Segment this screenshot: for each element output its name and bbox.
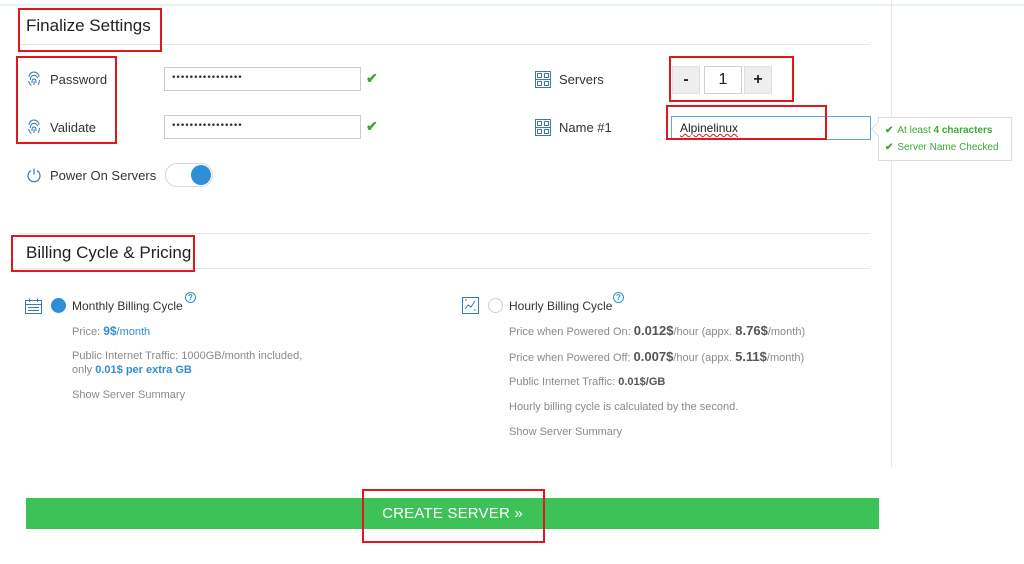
monthly-price: Price: 9$/month (72, 324, 150, 339)
server-name-input[interactable]: Alpinelinux (671, 116, 871, 140)
power-icon (27, 168, 41, 183)
hourly-note: Hourly billing cycle is calculated by th… (509, 401, 739, 413)
section-divider (18, 268, 870, 269)
power-on-toggle[interactable] (165, 163, 213, 187)
monthly-show-summary-link[interactable]: Show Server Summary (72, 389, 185, 401)
checkmark-icon: ✔ (885, 142, 894, 153)
hourly-off-month: 5.11$ (735, 349, 767, 364)
servers-label-group: Servers (535, 69, 604, 89)
monthly-price-value: 9$ (103, 324, 117, 338)
name-validation-tooltip: ✔ At least 4 characters ✔ Server Name Ch… (870, 117, 1012, 161)
password-label-group: Password (26, 69, 107, 89)
power-label: Power On Servers (50, 167, 157, 183)
hourly-show-summary-link[interactable]: Show Server Summary (509, 426, 622, 438)
password-label: Password (50, 71, 108, 87)
hourly-traffic: Public Internet Traffic: 0.01$/GB (509, 375, 665, 389)
tooltip-line1-prefix: At least (897, 125, 934, 136)
password-checkmark-icon: ✔ (366, 70, 378, 86)
fingerprint-icon (28, 119, 40, 134)
servers-decrement-button[interactable]: - (672, 66, 700, 94)
right-divider (891, 0, 892, 468)
tooltip-row-length: ✔ At least 4 characters (885, 122, 1005, 139)
hourly-on-month: 8.76$ (735, 323, 768, 338)
create-server-button[interactable]: CREATE SERVER » (26, 498, 879, 529)
top-divider (0, 4, 1024, 6)
validate-field[interactable]: •••••••••••••••• (164, 115, 361, 139)
fingerprint-icon (28, 71, 40, 86)
hourly-price-off: Price when Powered Off: 0.007$/hour (app… (509, 350, 804, 365)
servers-label: Servers (559, 71, 604, 87)
tooltip-line1-bold: 4 characters (933, 125, 993, 136)
section-title-finalize: Finalize Settings (26, 16, 151, 35)
hourly-on-value: 0.012$ (633, 323, 674, 338)
hourly-on-prefix: Price when Powered On: (509, 326, 634, 338)
hourly-chart-icon (462, 297, 479, 314)
name-label-group: Name #1 (535, 117, 612, 137)
hourly-on-month-unit: /month) (767, 326, 806, 338)
hourly-traffic-value: 0.01$/GB (618, 376, 666, 388)
server-name-value: Alpinelinux (680, 121, 739, 135)
monthly-billing-title: Monthly Billing Cycle (72, 299, 183, 313)
validate-label-group: Validate (26, 117, 96, 137)
servers-increment-button[interactable]: + (744, 66, 772, 94)
toggle-knob (191, 165, 211, 185)
hourly-billing-radio[interactable] (488, 298, 503, 313)
password-field[interactable]: •••••••••••••••• (164, 67, 361, 91)
hourly-off-month-unit: /month) (766, 352, 805, 364)
tooltip-line1: At least 4 characters (897, 125, 992, 136)
monthly-help-icon[interactable]: ? (185, 292, 196, 303)
hourly-off-prefix: Price when Powered Off: (509, 352, 634, 364)
servers-count-input[interactable]: 1 (704, 66, 742, 94)
monthly-traffic: Public Internet Traffic: 1000GB/month in… (72, 349, 332, 377)
server-icon (535, 70, 551, 88)
hourly-price-on: Price when Powered On: 0.012$/hour (appx… (509, 324, 805, 339)
hourly-help-icon[interactable]: ? (613, 292, 624, 303)
calendar-icon (25, 298, 42, 314)
tooltip-row-checked: ✔ Server Name Checked (885, 139, 1005, 156)
monthly-traffic-extra: 0.01$ per extra GB (95, 364, 192, 376)
tooltip-line2: Server Name Checked (897, 142, 999, 153)
server-icon (535, 118, 551, 136)
tooltip-arrow (870, 121, 886, 137)
section-divider (18, 44, 870, 45)
power-label-group: Power On Servers (26, 165, 156, 185)
hourly-off-value: 0.007$ (633, 349, 674, 364)
hourly-on-unit: /hour (appx. (673, 326, 736, 338)
monthly-billing-radio[interactable] (51, 298, 66, 313)
hourly-billing-title: Hourly Billing Cycle (509, 299, 613, 313)
section-divider-top (18, 233, 870, 234)
validate-checkmark-icon: ✔ (366, 118, 378, 134)
monthly-price-unit: /month (116, 326, 151, 338)
name-label: Name #1 (559, 119, 612, 135)
monthly-traffic-line1: Public Internet Traffic: 1000GB/month in… (72, 350, 303, 362)
validate-label: Validate (50, 119, 97, 135)
hourly-traffic-prefix: Public Internet Traffic: (509, 376, 619, 388)
monthly-traffic-prefix: only (72, 364, 96, 376)
hourly-off-unit: /hour (appx. (673, 352, 736, 364)
checkmark-icon: ✔ (885, 125, 894, 136)
monthly-price-prefix: Price: (72, 326, 104, 338)
section-title-billing: Billing Cycle & Pricing (26, 243, 192, 262)
